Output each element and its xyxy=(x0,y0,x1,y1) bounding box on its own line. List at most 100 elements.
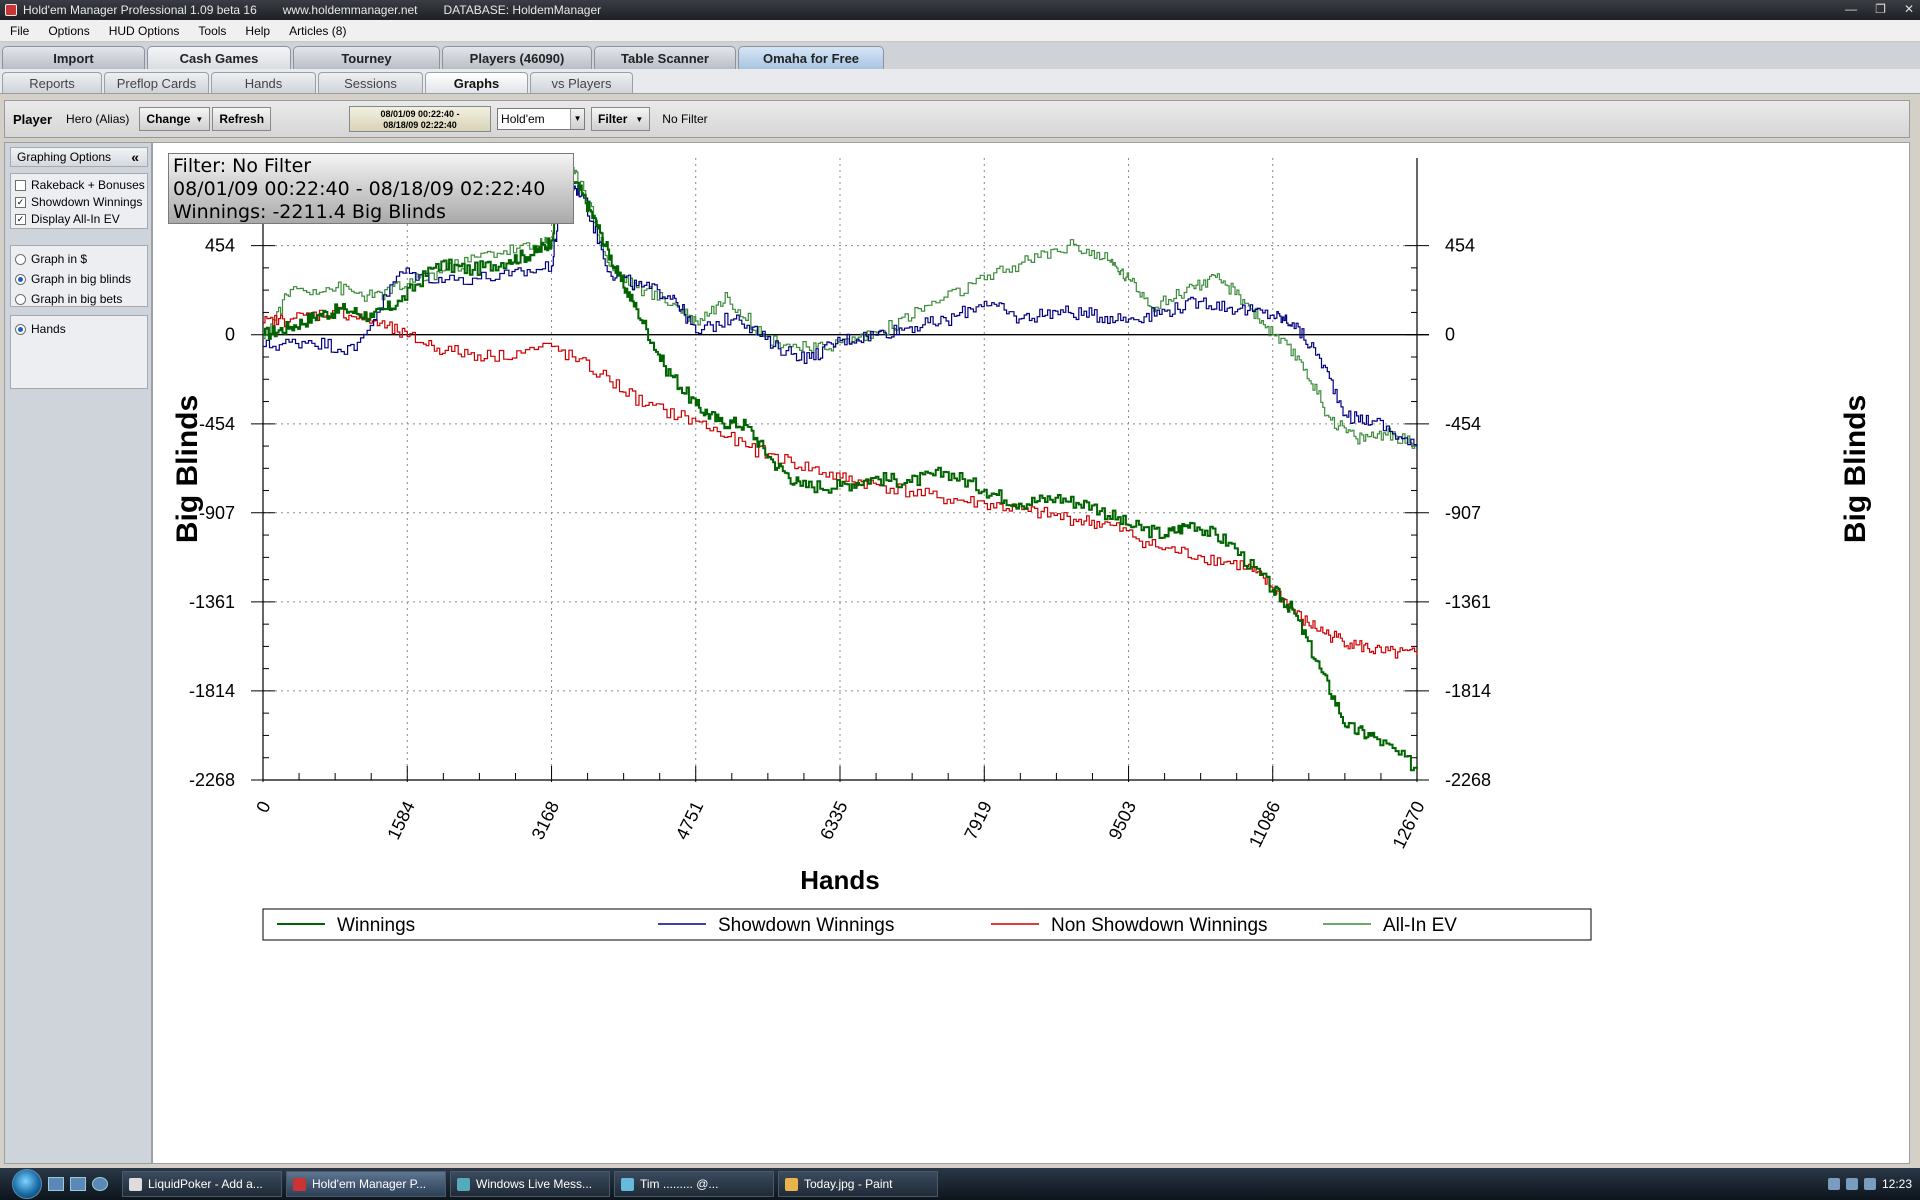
x-tick-label: 11086 xyxy=(1245,798,1284,851)
x-tick-label: 7919 xyxy=(960,798,996,843)
game-type-select[interactable]: Hold'em ▼ xyxy=(497,108,586,130)
internet-explorer-icon[interactable] xyxy=(92,1177,108,1191)
maximize-icon[interactable]: ❐ xyxy=(1875,2,1886,16)
tab-omaha-for-free[interactable]: Omaha for Free xyxy=(738,46,884,69)
subtab-preflop-cards[interactable]: Preflop Cards xyxy=(104,72,209,93)
security-icon[interactable] xyxy=(1863,1178,1876,1190)
change-button-label: Change xyxy=(146,112,191,126)
date-range-end: 08/18/09 02:22:40 xyxy=(383,120,457,130)
display-options-group: Rakeback + Bonuses ✓ Showdown Winnings ✓… xyxy=(10,173,148,229)
taskbar-holdem-manager[interactable]: Hold'em Manager P... xyxy=(286,1171,446,1197)
y-tick-label-left: 454 xyxy=(205,236,235,256)
filter-status: No Filter xyxy=(662,112,708,126)
main-tab-bar: Import Cash Games Tourney Players (46090… xyxy=(0,43,1920,69)
tab-table-scanner[interactable]: Table Scanner xyxy=(594,46,736,69)
player-label: Player xyxy=(13,111,53,127)
filter-button[interactable]: Filter ▼ xyxy=(591,107,651,131)
title-bar: Hold'em Manager Professional 1.09 beta 1… xyxy=(0,0,1920,20)
graph-area: 0 1584 3168 4751 6335 7919 9503 11086 12670 454 45… xyxy=(152,142,1910,1164)
paint-icon xyxy=(785,1177,798,1191)
graphing-options-header: Graphing Options « xyxy=(10,147,148,167)
showdown-winnings-label: Showdown Winnings xyxy=(31,195,143,209)
app-icon xyxy=(5,4,17,16)
switch-windows-icon[interactable] xyxy=(70,1177,86,1191)
network-icon[interactable] xyxy=(1827,1178,1840,1190)
subtab-reports[interactable]: Reports xyxy=(2,72,102,93)
messenger-icon xyxy=(457,1177,470,1191)
taskbar-live-messenger[interactable]: Windows Live Mess... xyxy=(450,1171,610,1197)
menu-hud-options[interactable]: HUD Options xyxy=(109,24,180,38)
holdem-manager-icon xyxy=(293,1177,306,1191)
y-axis-title-left: Big Blinds xyxy=(171,395,204,543)
taskbar-liquidpoker[interactable]: LiquidPoker - Add a... xyxy=(122,1171,282,1197)
info-winnings: Winnings: -2211.4 Big Blinds xyxy=(173,201,446,223)
menu-file[interactable]: File xyxy=(10,24,29,38)
all-in-ev-checkbox[interactable]: ✓ xyxy=(15,213,26,225)
graph-big-blinds-radio[interactable] xyxy=(15,273,26,285)
hands-radio[interactable] xyxy=(15,323,26,335)
graph-big-blinds-radio-row[interactable]: Graph in big blinds xyxy=(15,272,131,286)
graph-big-bets-radio[interactable] xyxy=(15,293,26,305)
minimize-icon[interactable]: — xyxy=(1845,2,1857,16)
legend-label: All-In EV xyxy=(1383,915,1457,936)
graph-big-bets-label: Graph in big bets xyxy=(31,292,123,306)
graph-dollars-radio[interactable] xyxy=(15,253,26,265)
rakeback-checkbox[interactable] xyxy=(15,179,26,191)
x-tick-label: 1584 xyxy=(383,798,419,843)
taskbar-paint[interactable]: Today.jpg - Paint xyxy=(778,1171,938,1197)
subtab-sessions[interactable]: Sessions xyxy=(318,72,423,93)
game-type-value: Hold'em xyxy=(501,112,545,126)
graph-dollars-radio-row[interactable]: Graph in $ xyxy=(15,252,87,266)
all-in-ev-checkbox-row[interactable]: ✓ Display All-In EV xyxy=(15,212,120,226)
close-icon[interactable]: ✕ xyxy=(1904,2,1914,16)
taskbar-chat-window[interactable]: Tim ......... @... xyxy=(614,1171,774,1197)
date-range-button[interactable]: 08/01/09 00:22:40 - 08/18/09 02:22:40 xyxy=(349,106,492,132)
menu-help[interactable]: Help xyxy=(245,24,270,38)
taskbar: LiquidPoker - Add a... Hold'em Manager P… xyxy=(0,1168,1920,1200)
info-date-range: 08/01/09 00:22:40 - 08/18/09 02:22:40 xyxy=(173,178,546,200)
graphing-options-panel: Graphing Options « Rakeback + Bonuses ✓ … xyxy=(4,142,152,1164)
dropdown-arrow-icon: ▼ xyxy=(635,114,644,124)
graph-big-bets-radio-row[interactable]: Graph in big bets xyxy=(15,292,122,306)
hands-radio-row[interactable]: Hands xyxy=(15,322,66,336)
x-tick-label: 3168 xyxy=(528,798,564,843)
volume-icon[interactable] xyxy=(1845,1178,1858,1190)
tab-cash-games[interactable]: Cash Games xyxy=(147,46,291,69)
y-tick-label-right: 0 xyxy=(1445,325,1455,345)
menu-options[interactable]: Options xyxy=(48,24,89,38)
x-tick-label: 12670 xyxy=(1389,798,1429,852)
window-title: Hold'em Manager Professional 1.09 beta 1… xyxy=(23,3,257,17)
collapse-icon[interactable]: « xyxy=(131,149,139,165)
refresh-button[interactable]: Refresh xyxy=(212,107,272,131)
graph-info-box: Filter: No Filter 08/01/09 00:22:40 - 08… xyxy=(168,153,574,224)
show-desktop-icon[interactable] xyxy=(48,1177,64,1191)
subtab-vs-players[interactable]: vs Players xyxy=(530,72,633,93)
start-button[interactable] xyxy=(12,1169,42,1199)
y-tick-label-right: -907 xyxy=(1445,503,1481,523)
y-tick-label-right: -1361 xyxy=(1445,592,1491,612)
showdown-winnings-checkbox[interactable]: ✓ xyxy=(15,196,26,208)
y-tick-label-left: -2268 xyxy=(189,770,235,790)
tab-import[interactable]: Import xyxy=(2,46,145,69)
menu-tools[interactable]: Tools xyxy=(198,24,226,38)
sub-tab-bar: Reports Preflop Cards Hands Sessions Gra… xyxy=(0,69,1920,94)
tab-players[interactable]: Players (46090) xyxy=(442,46,592,69)
taskbar-label: LiquidPoker - Add a... xyxy=(148,1177,263,1191)
menu-bar: File Options HUD Options Tools Help Arti… xyxy=(0,20,1920,42)
units-group: Graph in $ Graph in big blinds Graph in … xyxy=(10,245,148,307)
y-tick-label-right: -454 xyxy=(1445,414,1481,434)
menu-articles[interactable]: Articles (8) xyxy=(289,24,346,38)
subtab-graphs[interactable]: Graphs xyxy=(425,72,528,93)
tab-tourney[interactable]: Tourney xyxy=(293,46,440,69)
showdown-winnings-checkbox-row[interactable]: ✓ Showdown Winnings xyxy=(15,195,142,209)
rakeback-checkbox-row[interactable]: Rakeback + Bonuses xyxy=(15,178,145,192)
legend-label: Winnings xyxy=(337,915,415,936)
y-tick-label-left: -907 xyxy=(199,503,235,523)
clock[interactable]: 12:23 xyxy=(1882,1177,1912,1191)
graph-dollars-label: Graph in $ xyxy=(31,252,88,266)
subtab-hands[interactable]: Hands xyxy=(211,72,316,93)
winnings-chart: 0 1584 3168 4751 6335 7919 9503 11086 12670 454 45… xyxy=(171,158,1872,941)
series-line-winnings xyxy=(263,165,1418,772)
change-button[interactable]: Change ▼ xyxy=(139,107,211,131)
y-axis-title-right: Big Blinds xyxy=(1839,395,1872,543)
